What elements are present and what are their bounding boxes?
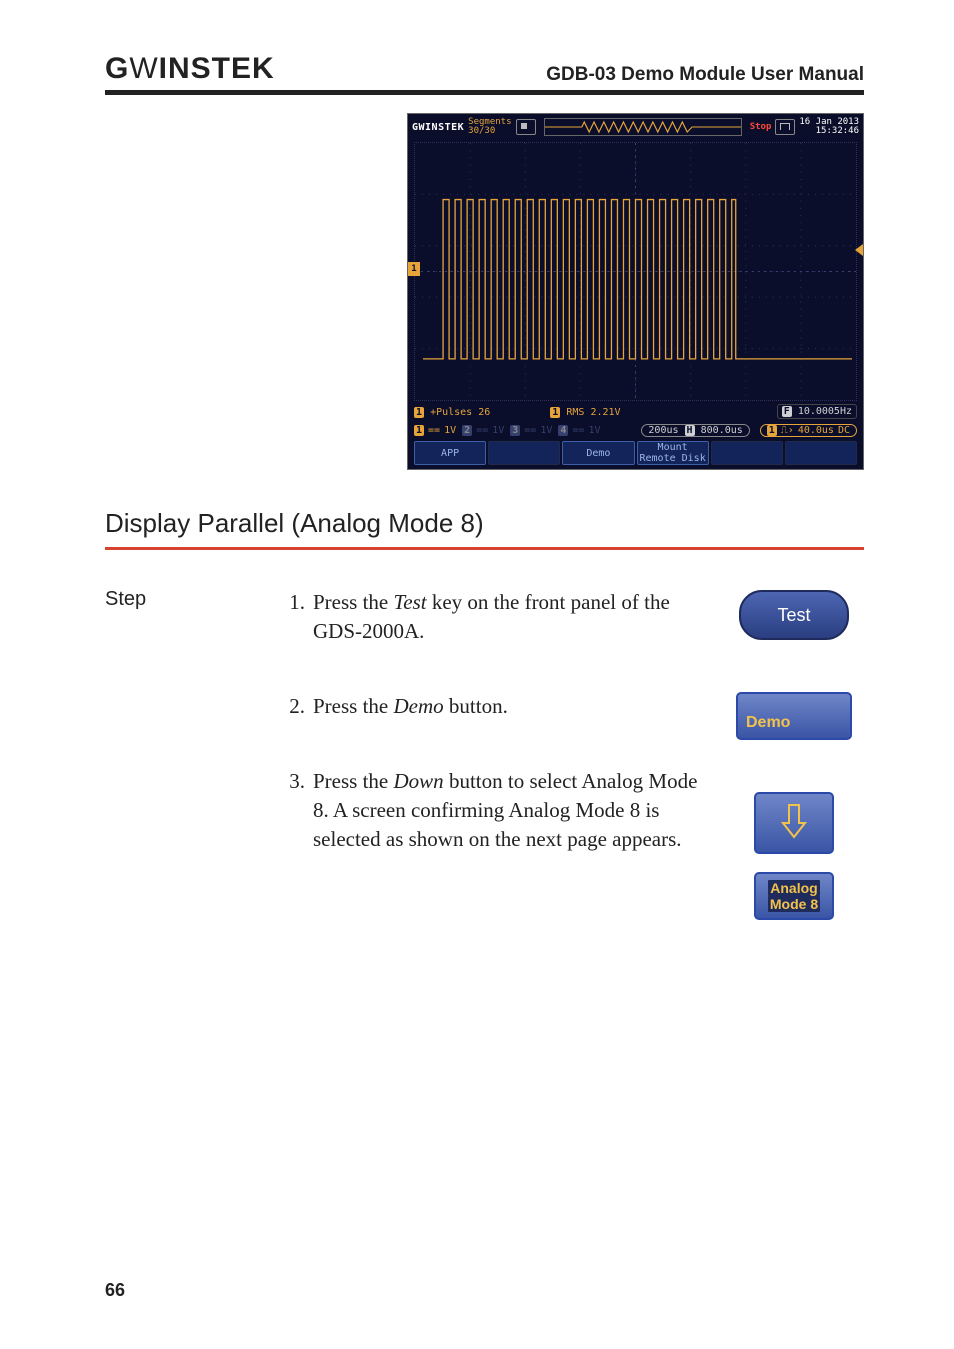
ch4-scale: 4 == 1V: [558, 425, 600, 436]
channel-marker: 1: [408, 262, 420, 276]
section-rule: [105, 547, 864, 550]
trigger-readout: 1 ⎍›40.0us DC: [760, 424, 857, 437]
waveform-grid: [414, 142, 857, 401]
step-item: 3. Press the Down button to select Analo…: [285, 767, 714, 854]
bracket-icon: [775, 119, 795, 135]
channel-bar: 1 == 1V 2 == 1V 3 == 1V 4 == 1V 200us H …: [414, 423, 857, 437]
section-heading: Display Parallel (Analog Mode 8): [105, 508, 864, 539]
demo-softkey-illustration: Demo: [736, 692, 852, 740]
step-item: 1. Press the Test key on the front panel…: [285, 588, 714, 646]
test-key-illustration: Test: [739, 590, 849, 640]
stop-icon: [516, 119, 536, 135]
timebase-readout: 200us H 800.0us: [641, 424, 749, 437]
brand-logo: GWINSTEK: [105, 52, 275, 86]
header-rule: [105, 90, 864, 95]
analog-mode-label: Analog Mode 8: [754, 872, 834, 920]
softkey-mount-remote-disk[interactable]: Mount Remote Disk: [637, 441, 709, 465]
softkey-row: APP Demo Mount Remote Disk: [414, 441, 857, 465]
step-list: 1. Press the Test key on the front panel…: [285, 588, 714, 900]
step-item: 2. Press the Demo button.: [285, 692, 714, 721]
ch2-scale: 2 == 1V: [462, 425, 504, 436]
oscilloscope-screenshot: GWINSTEK Segments30/30 Stop 16 Jan 20131…: [407, 113, 864, 470]
ch1-scale: 1 == 1V: [414, 425, 456, 436]
frequency-readout: F 10.0005Hz: [777, 404, 857, 419]
ch3-scale: 3 == 1V: [510, 425, 552, 436]
page-number: 66: [105, 1280, 125, 1301]
page-title: GDB-03 Demo Module User Manual: [546, 64, 864, 86]
softkey-app[interactable]: APP: [414, 441, 486, 465]
trigger-level-marker: [855, 244, 863, 256]
analog-mode-illustration: Analog Mode 8: [754, 792, 834, 920]
softkey-empty: [488, 441, 560, 465]
datetime-readout: 16 Jan 201315:32:46: [799, 118, 859, 136]
segments-readout: Segments30/30: [468, 118, 511, 136]
softkey-empty: [785, 441, 857, 465]
softkey-demo[interactable]: Demo: [562, 441, 634, 465]
down-arrow-icon: [754, 792, 834, 854]
step-label: Step: [105, 588, 275, 611]
softkey-empty: [711, 441, 783, 465]
waveform-thumbnail: [544, 118, 742, 136]
run-status: Stop: [750, 122, 772, 132]
scope-brand: GWINSTEK: [412, 122, 464, 133]
